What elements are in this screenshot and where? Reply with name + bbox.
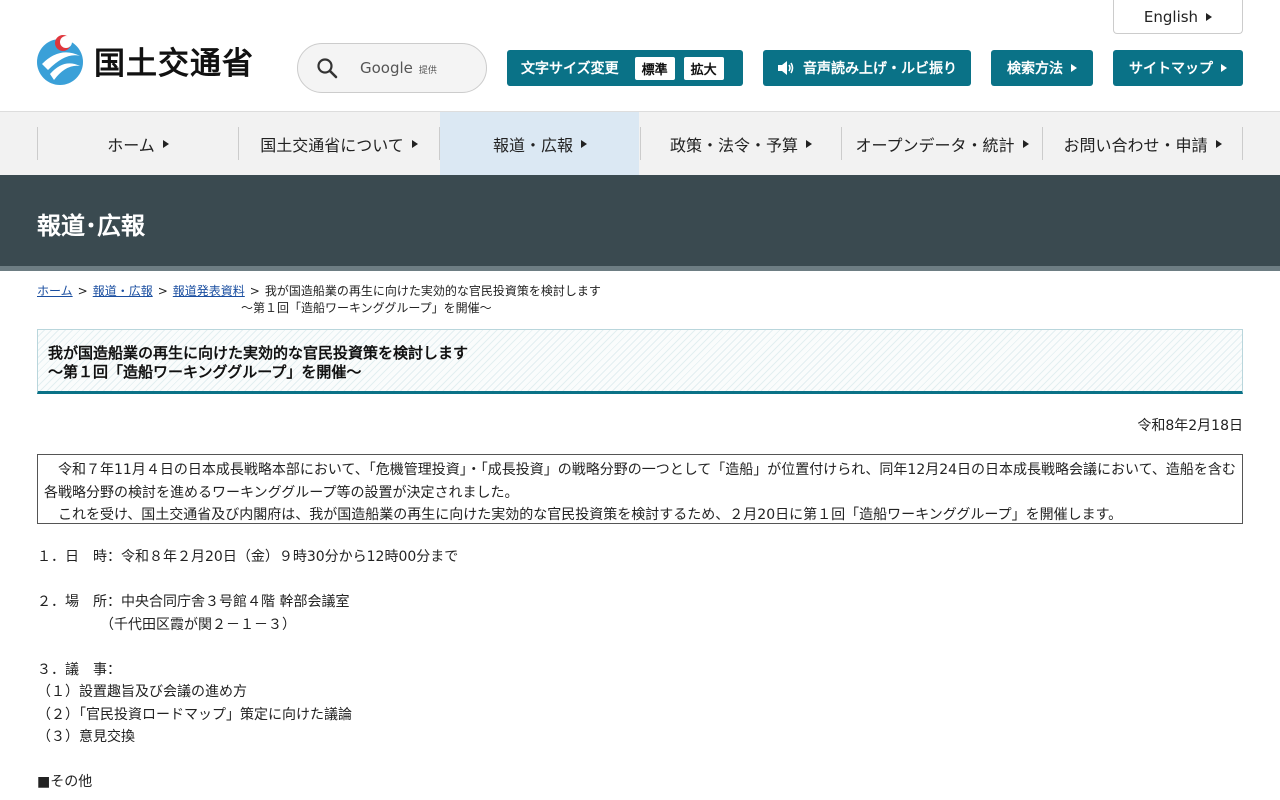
arrow-right-icon bbox=[162, 139, 169, 148]
breadcrumb-current-sub: ～第１回「造船ワーキンググループ」を開催～ bbox=[241, 301, 492, 315]
breadcrumb-link-home[interactable]: ホーム bbox=[37, 284, 73, 298]
font-size-standard-button[interactable]: 標準 bbox=[634, 56, 675, 80]
global-nav: ホーム 国土交通省について 報道・広報 政策・法令・予算 オープンデータ・統計 … bbox=[0, 111, 1280, 175]
article-title-line2: ～第１回「造船ワーキンググループ」を開催～ bbox=[48, 363, 362, 381]
lead-paragraph-1: 令和７年11月４日の日本成長戦略本部において、「危機管理投資」・「成長投資」の戦… bbox=[44, 462, 1236, 501]
english-label: English bbox=[1143, 7, 1199, 26]
mlit-logo[interactable]: 国土交通省 bbox=[36, 34, 254, 86]
arrow-right-icon bbox=[581, 139, 587, 148]
nav-item-policy[interactable]: 政策・法令・予算 bbox=[640, 127, 841, 160]
item-datetime: １．日 時：令和８年２月20日（金）９時30分から12時00分まで bbox=[37, 549, 459, 565]
font-size-large-button[interactable]: 拡大 bbox=[683, 56, 724, 80]
lead-paragraph-2: これを受け、国土交通省及び内閣府は、我が国造船業の再生に向けた実効的な官民投資策… bbox=[44, 507, 1123, 523]
breadcrumb-separator: > bbox=[77, 284, 88, 298]
article-title-line1: 我が国造船業の再生に向けた実効的な官民投資策を検討します bbox=[48, 344, 469, 362]
arrow-right-icon bbox=[1022, 139, 1029, 148]
article-body: １．日 時：令和８年２月20日（金）９時30分から12時00分まで ２．場 所：… bbox=[37, 546, 1243, 794]
article-title: 我が国造船業の再生に向けた実効的な官民投資策を検討します ～第１回「造船ワーキン… bbox=[37, 329, 1243, 394]
font-size-label: 文字サイズ変更 bbox=[521, 61, 619, 77]
search-input[interactable]: Google 提供 bbox=[360, 59, 437, 77]
nav-label: ホーム bbox=[107, 135, 155, 155]
section-banner: 報道･広報 bbox=[0, 175, 1280, 271]
nav-label: 国土交通省について bbox=[260, 135, 404, 155]
lead-box: 令和７年11月４日の日本成長戦略本部において、「危機管理投資」・「成長投資」の戦… bbox=[37, 454, 1243, 524]
google-provided: 提供 bbox=[418, 66, 437, 76]
breadcrumb-separator: > bbox=[157, 284, 168, 298]
nav-item-about[interactable]: 国土交通省について bbox=[238, 127, 439, 160]
nav-label: オープンデータ・統計 bbox=[855, 135, 1015, 155]
logo-text: 国土交通省 bbox=[94, 45, 254, 82]
font-size-control: 文字サイズ変更 標準 拡大 bbox=[507, 50, 743, 86]
site-search[interactable]: Google 提供 bbox=[297, 43, 487, 93]
nav-item-press[interactable]: 報道・広報 bbox=[439, 127, 640, 160]
item-place-address: （千代田区霞が関２－１－３） bbox=[37, 616, 296, 633]
voice-ruby-button[interactable]: 音声読み上げ・ルビ振り bbox=[763, 50, 971, 86]
breadcrumb-separator: > bbox=[249, 284, 260, 298]
breadcrumb-current: 我が国造船業の再生に向けた実効的な官民投資策を検討します bbox=[264, 284, 601, 298]
nav-label: 政策・法令・予算 bbox=[669, 135, 798, 155]
nav-label: お問い合わせ・申請 bbox=[1063, 135, 1208, 155]
arrow-right-icon bbox=[411, 139, 418, 148]
arrow-right-icon bbox=[1221, 64, 1227, 72]
agenda-item: （１）設置趣旨及び会議の進め方 bbox=[37, 684, 247, 700]
agenda-item: （３）意見交換 bbox=[37, 729, 135, 745]
section-title: 報道･広報 bbox=[37, 212, 145, 240]
nav-item-opendata[interactable]: オープンデータ・統計 bbox=[841, 127, 1042, 160]
breadcrumb: ホーム > 報道・広報 > 報道発表資料 > 我が国造船業の再生に向けた実効的な官民投資策を… bbox=[37, 283, 1243, 317]
publish-date: 令和8年2月18日 bbox=[1137, 418, 1243, 434]
agenda-item: （２）「官民投資ロードマップ」策定に向けた議論 bbox=[37, 706, 352, 723]
search-icon bbox=[317, 58, 338, 79]
arrow-right-icon bbox=[1071, 64, 1077, 72]
item-agenda-heading: ３．議 事： bbox=[37, 661, 121, 678]
voice-label: 音声読み上げ・ルビ振り bbox=[803, 61, 957, 77]
item-place: ２．場 所：中央合同庁舎３号館４階 幹部会議室 bbox=[37, 594, 350, 610]
english-link[interactable]: English bbox=[1113, 0, 1243, 34]
sitemap-button[interactable]: サイトマップ bbox=[1113, 50, 1243, 86]
nav-item-home[interactable]: ホーム bbox=[37, 127, 238, 160]
arrow-right-icon bbox=[806, 139, 812, 148]
nav-label: 報道・広報 bbox=[492, 135, 573, 155]
site-header: 国土交通省 Google 提供 English 文字サイズ変更 標準 拡大 音声読… bbox=[0, 0, 1280, 112]
breadcrumb-link-releases[interactable]: 報道発表資料 bbox=[173, 284, 245, 298]
speaker-icon bbox=[778, 61, 794, 75]
arrow-right-icon bbox=[1215, 139, 1222, 148]
sitemap-label: サイトマップ bbox=[1129, 61, 1213, 77]
search-method-button[interactable]: 検索方法 bbox=[991, 50, 1093, 86]
google-brand: Google bbox=[360, 59, 413, 77]
arrow-right-icon bbox=[1206, 12, 1213, 21]
nav-item-contact[interactable]: お問い合わせ・申請 bbox=[1042, 127, 1243, 160]
breadcrumb-link-press[interactable]: 報道・広報 bbox=[93, 284, 153, 298]
other-heading: ■その他 bbox=[37, 774, 93, 790]
search-method-label: 検索方法 bbox=[1007, 61, 1063, 77]
mlit-logo-icon bbox=[37, 35, 83, 85]
